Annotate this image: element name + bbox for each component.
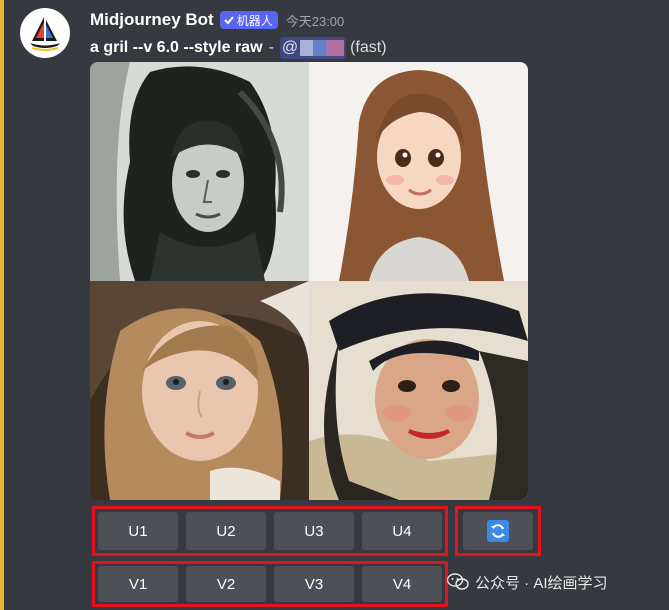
charcoal-portrait-image bbox=[90, 62, 309, 281]
variation-button-group: V1 V2 V3 V4 bbox=[92, 561, 448, 607]
watermark-text: 公众号 · AI绘画学习 bbox=[475, 574, 608, 592]
checkmark-icon bbox=[224, 16, 234, 25]
bot-avatar[interactable] bbox=[20, 8, 70, 58]
image-grid[interactable] bbox=[90, 62, 528, 500]
variation-button-v1[interactable]: V1 bbox=[98, 566, 178, 602]
separator: - bbox=[268, 39, 274, 56]
message-header: Midjourney Bot 机器人 今天23:00 bbox=[90, 9, 344, 31]
redacted-username bbox=[300, 40, 345, 56]
variation-button-v2[interactable]: V2 bbox=[186, 566, 266, 602]
refresh-icon bbox=[487, 520, 509, 542]
upscale-button-u3[interactable]: U3 bbox=[274, 512, 354, 550]
upscale-button-u4[interactable]: U4 bbox=[362, 512, 442, 550]
bot-badge: 机器人 bbox=[219, 11, 278, 29]
author-name[interactable]: Midjourney Bot bbox=[90, 10, 214, 30]
user-mention[interactable]: @ bbox=[279, 37, 347, 59]
message-content: a gril --v 6.0 --style raw - @ (fast) bbox=[90, 36, 387, 60]
image-tile-1[interactable] bbox=[90, 62, 309, 281]
image-tile-2[interactable] bbox=[309, 62, 528, 281]
wechat-icon bbox=[447, 573, 469, 590]
variation-button-v4[interactable]: V4 bbox=[362, 566, 442, 602]
new-message-accent-bar bbox=[0, 0, 4, 610]
woman-in-hat-image bbox=[309, 281, 528, 500]
message-timestamp: 今天23:00 bbox=[285, 13, 345, 29]
upscale-button-u1[interactable]: U1 bbox=[98, 512, 178, 550]
upscale-button-group: U1 U2 U3 U4 bbox=[92, 506, 448, 556]
cartoon-girl-image bbox=[309, 62, 528, 281]
prompt-text: a gril --v 6.0 --style raw bbox=[90, 39, 263, 56]
reroll-button[interactable] bbox=[463, 512, 533, 550]
generation-speed: (fast) bbox=[350, 39, 387, 56]
image-tile-3[interactable] bbox=[90, 281, 309, 500]
mention-at: @ bbox=[281, 39, 299, 56]
image-tile-4[interactable] bbox=[309, 281, 528, 500]
variation-button-v3[interactable]: V3 bbox=[274, 566, 354, 602]
sailboat-logo-icon bbox=[30, 17, 60, 51]
reroll-button-group bbox=[455, 506, 541, 556]
bot-badge-label: 机器人 bbox=[236, 13, 273, 28]
upscale-button-u2[interactable]: U2 bbox=[186, 512, 266, 550]
watermark: 公众号 · AI绘画学习 bbox=[447, 570, 608, 594]
child-portrait-image bbox=[90, 281, 309, 500]
